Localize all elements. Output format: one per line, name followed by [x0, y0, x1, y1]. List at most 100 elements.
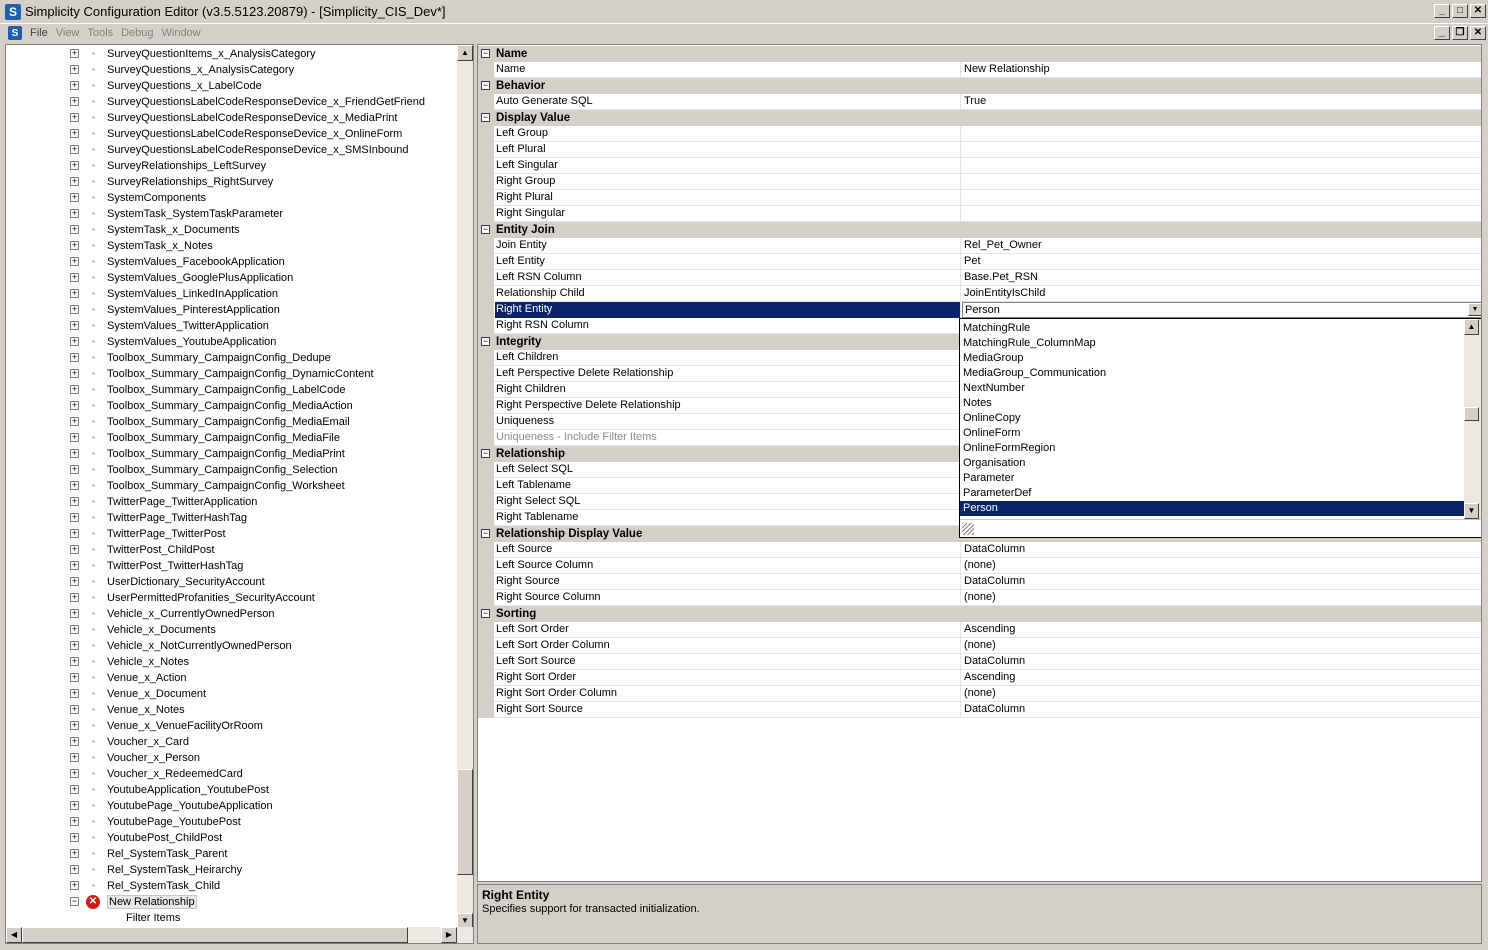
- expand-icon[interactable]: +: [70, 545, 79, 554]
- property-value[interactable]: Ascending: [962, 622, 1481, 638]
- dropdown-option[interactable]: ParameterDef: [960, 486, 1465, 501]
- expand-icon[interactable]: +: [70, 625, 79, 634]
- tree-item[interactable]: + Toolbox_Summary_CampaignConfig_MediaPri…: [6, 446, 461, 462]
- expand-icon[interactable]: +: [70, 737, 79, 746]
- property-value[interactable]: (none): [962, 686, 1481, 702]
- property-value[interactable]: New Relationship: [962, 62, 1481, 78]
- expand-icon[interactable]: +: [70, 385, 79, 394]
- tree-item[interactable]: + Toolbox_Summary_CampaignConfig_MediaEma…: [6, 414, 461, 430]
- property-value[interactable]: [962, 190, 1481, 206]
- close-button[interactable]: ✕: [1470, 4, 1486, 18]
- expand-icon[interactable]: +: [70, 449, 79, 458]
- property-row[interactable]: Left Singular: [478, 158, 1481, 174]
- expand-icon[interactable]: +: [70, 97, 79, 106]
- property-value[interactable]: Person: [962, 302, 1481, 318]
- collapse-icon[interactable]: −: [481, 529, 490, 538]
- tree-item[interactable]: + SurveyRelationships_RightSurvey: [6, 174, 461, 190]
- tree-item[interactable]: + Toolbox_Summary_CampaignConfig_LabelCod…: [6, 382, 461, 398]
- tree-item[interactable]: + SurveyQuestionsLabelCodeResponseDevice_…: [6, 110, 461, 126]
- category-sorting[interactable]: − Sorting: [478, 606, 1481, 622]
- property-row[interactable]: Right Singular: [478, 206, 1481, 222]
- property-row[interactable]: Left RSN Column Base.Pet_RSN: [478, 270, 1481, 286]
- property-value[interactable]: DataColumn: [962, 654, 1481, 670]
- expand-icon[interactable]: +: [70, 753, 79, 762]
- tree-item[interactable]: + Rel_SystemTask_Heirarchy: [6, 862, 461, 878]
- expand-icon[interactable]: +: [70, 577, 79, 586]
- tree-item[interactable]: + SystemValues_LinkedInApplication: [6, 286, 461, 302]
- tree-item[interactable]: + SurveyQuestions_x_LabelCode: [6, 78, 461, 94]
- expand-icon[interactable]: +: [70, 81, 79, 90]
- resize-grip[interactable]: [960, 519, 1481, 537]
- scroll-thumb[interactable]: [1464, 407, 1479, 421]
- expand-icon[interactable]: +: [70, 129, 79, 138]
- tree-item[interactable]: + SystemTask_x_Notes: [6, 238, 461, 254]
- property-value[interactable]: [962, 174, 1481, 190]
- expand-icon[interactable]: +: [70, 353, 79, 362]
- menu-debug[interactable]: Debug: [121, 27, 153, 39]
- dropdown-option[interactable]: OnlineFormRegion: [960, 441, 1465, 456]
- tree-item[interactable]: + UserDictionary_SecurityAccount: [6, 574, 461, 590]
- dropdown-option[interactable]: OnlineCopy: [960, 411, 1465, 426]
- expand-icon[interactable]: +: [70, 609, 79, 618]
- property-value[interactable]: (none): [962, 590, 1481, 606]
- tree-item[interactable]: + SurveyRelationships_LeftSurvey: [6, 158, 461, 174]
- property-value[interactable]: True: [962, 94, 1481, 110]
- expand-icon[interactable]: +: [70, 417, 79, 426]
- expand-icon[interactable]: +: [70, 369, 79, 378]
- collapse-icon[interactable]: −: [481, 337, 490, 346]
- property-value[interactable]: JoinEntityIsChild: [962, 286, 1481, 302]
- property-row[interactable]: Name New Relationship: [478, 62, 1481, 78]
- dropdown-option[interactable]: Organisation: [960, 456, 1465, 471]
- expand-icon[interactable]: +: [70, 481, 79, 490]
- expand-icon[interactable]: +: [70, 49, 79, 58]
- tree-item[interactable]: + Vehicle_x_Documents: [6, 622, 461, 638]
- collapse-icon[interactable]: −: [481, 609, 490, 618]
- property-row[interactable]: Left Plural: [478, 142, 1481, 158]
- mdi-close-button[interactable]: ✕: [1470, 26, 1486, 40]
- tree-item[interactable]: + SystemComponents: [6, 190, 461, 206]
- expand-icon[interactable]: +: [70, 465, 79, 474]
- expand-icon[interactable]: +: [70, 849, 79, 858]
- property-value[interactable]: [962, 158, 1481, 174]
- property-row[interactable]: Left Sort Order Column (none): [478, 638, 1481, 654]
- scroll-down-icon[interactable]: ▼: [1464, 503, 1479, 519]
- property-value[interactable]: [962, 142, 1481, 158]
- tree-item[interactable]: + Vehicle_x_Notes: [6, 654, 461, 670]
- dropdown-option[interactable]: MatchingRule_ColumnMap: [960, 336, 1465, 351]
- menu-view[interactable]: View: [56, 27, 80, 39]
- tree-item[interactable]: + Venue_x_Notes: [6, 702, 461, 718]
- menu-file[interactable]: File: [30, 27, 48, 39]
- expand-icon[interactable]: +: [70, 561, 79, 570]
- property-row[interactable]: Join Entity Rel_Pet_Owner: [478, 238, 1481, 254]
- tree-item[interactable]: + Toolbox_Summary_CampaignConfig_Selectio…: [6, 462, 461, 478]
- tree-item[interactable]: + SystemValues_FacebookApplication: [6, 254, 461, 270]
- dropdown-option[interactable]: MediaGroup: [960, 351, 1465, 366]
- tree-item[interactable]: + SystemValues_YoutubeApplication: [6, 334, 461, 350]
- tree-item-selected[interactable]: − ✕ New Relationship: [6, 894, 461, 910]
- dropdown-scrollbar[interactable]: ▲ ▼: [1464, 319, 1481, 519]
- property-row[interactable]: Right Source Column (none): [478, 590, 1481, 606]
- menu-window[interactable]: Window: [162, 27, 201, 39]
- collapse-icon[interactable]: −: [481, 113, 490, 122]
- tree-item[interactable]: + SurveyQuestionItems_x_AnalysisCategory: [6, 46, 461, 62]
- dropdown-option[interactable]: MediaGroup_Communication: [960, 366, 1465, 381]
- hscroll-thumb[interactable]: [22, 927, 408, 943]
- tree-item[interactable]: + YoutubeApplication_YoutubePost: [6, 782, 461, 798]
- expand-icon[interactable]: +: [70, 801, 79, 810]
- expand-icon[interactable]: +: [70, 721, 79, 730]
- expand-icon[interactable]: +: [70, 833, 79, 842]
- tree-item[interactable]: + YoutubePage_YoutubeApplication: [6, 798, 461, 814]
- expand-icon[interactable]: +: [70, 657, 79, 666]
- expand-icon[interactable]: +: [70, 321, 79, 330]
- property-row[interactable]: Right Entity Person ▼: [478, 302, 1481, 318]
- tree-item[interactable]: + Venue_x_VenueFacilityOrRoom: [6, 718, 461, 734]
- dropdown-option[interactable]: MatchingRule: [960, 321, 1465, 336]
- property-row[interactable]: Auto Generate SQL True: [478, 94, 1481, 110]
- property-row[interactable]: Right Group: [478, 174, 1481, 190]
- property-value[interactable]: Ascending: [962, 670, 1481, 686]
- collapse-icon[interactable]: −: [481, 449, 490, 458]
- property-value[interactable]: [962, 206, 1481, 222]
- expand-icon[interactable]: +: [70, 225, 79, 234]
- tree-item[interactable]: + Toolbox_Summary_CampaignConfig_Dedupe: [6, 350, 461, 366]
- expand-icon[interactable]: +: [70, 305, 79, 314]
